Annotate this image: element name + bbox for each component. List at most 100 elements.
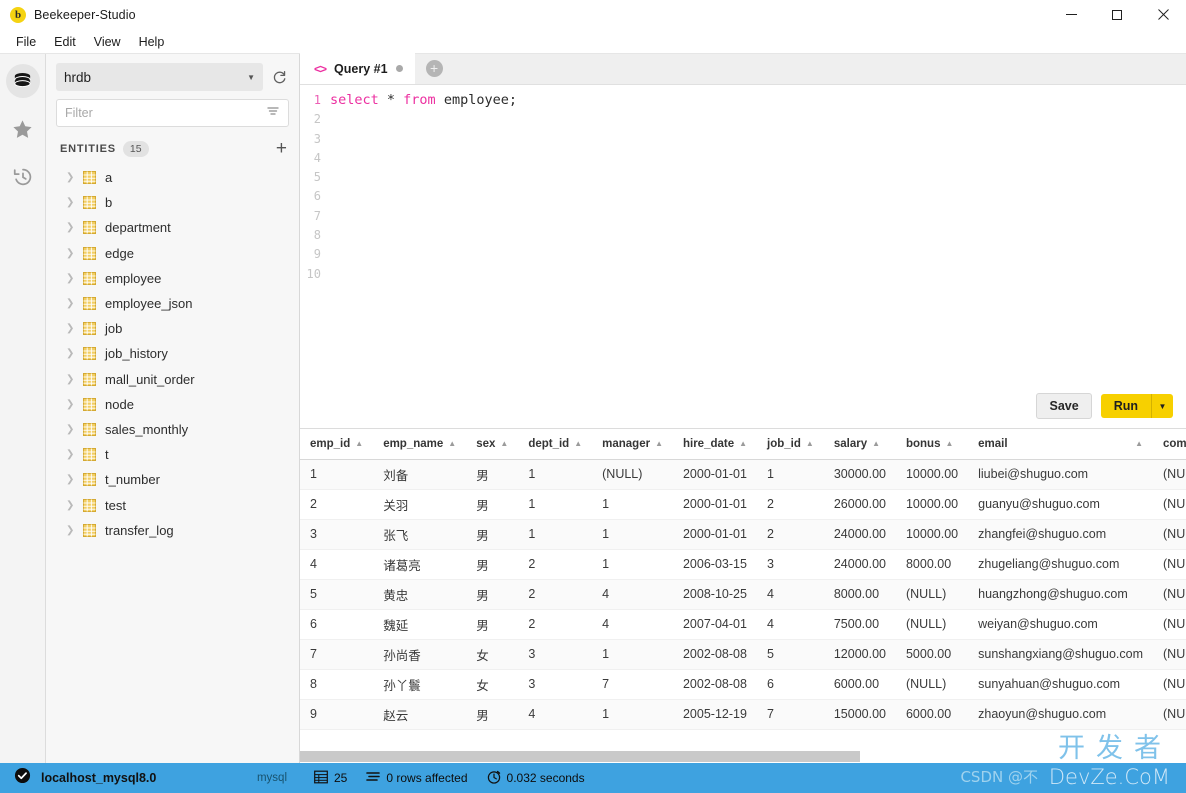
cell-bonus[interactable]: (NULL) <box>896 579 968 609</box>
cell-comment[interactable]: (NULL) <box>1153 579 1186 609</box>
column-header-email[interactable]: email▲ <box>968 429 1153 459</box>
cell-email[interactable]: zhugeliang@shuguo.com <box>968 549 1153 579</box>
cell-manager[interactable]: 1 <box>592 699 673 729</box>
cell-sex[interactable]: 女 <box>466 669 518 699</box>
cell-email[interactable]: zhangfei@shuguo.com <box>968 519 1153 549</box>
refresh-icon[interactable] <box>269 67 289 87</box>
cell-email[interactable]: huangzhong@shuguo.com <box>968 579 1153 609</box>
cell-comment[interactable]: (NULL) <box>1153 699 1186 729</box>
cell-dept_id[interactable]: 2 <box>518 549 592 579</box>
filter-input[interactable] <box>65 106 266 120</box>
cell-manager[interactable]: 1 <box>592 519 673 549</box>
code-line[interactable]: 8 <box>300 226 1186 245</box>
cell-salary[interactable]: 15000.00 <box>824 699 896 729</box>
code-line[interactable]: 7 <box>300 207 1186 226</box>
cell-job_id[interactable]: 5 <box>757 639 824 669</box>
filter-box[interactable] <box>56 99 289 127</box>
cell-hire_date[interactable]: 2000-01-01 <box>673 459 757 489</box>
table-row[interactable]: 5黄忠男242008-10-2548000.00(NULL)huangzhong… <box>300 579 1186 609</box>
tab-query-1[interactable]: <> Query #1 <box>300 53 415 84</box>
cell-comment[interactable]: (NULL) <box>1153 549 1186 579</box>
rail-item-favorites[interactable] <box>6 112 40 146</box>
horizontal-scrollbar-thumb[interactable] <box>300 751 860 762</box>
cell-emp_id[interactable]: 8 <box>300 669 373 699</box>
close-icon[interactable] <box>1140 0 1186 30</box>
table-row[interactable]: 9赵云男412005-12-19715000.006000.00zhaoyun@… <box>300 699 1186 729</box>
cell-emp_name[interactable]: 黄忠 <box>373 579 466 609</box>
cell-dept_id[interactable]: 3 <box>518 669 592 699</box>
cell-hire_date[interactable]: 2007-04-01 <box>673 609 757 639</box>
sort-ascending-icon[interactable]: ▲ <box>1135 439 1143 448</box>
cell-manager[interactable]: (NULL) <box>592 459 673 489</box>
sort-ascending-icon[interactable]: ▲ <box>739 439 747 448</box>
cell-emp_id[interactable]: 9 <box>300 699 373 729</box>
entity-item[interactable]: ❯edge <box>46 241 299 266</box>
run-button[interactable]: Run <box>1101 394 1151 418</box>
code-line[interactable]: 1select * from employee; <box>300 91 1186 110</box>
cell-job_id[interactable]: 4 <box>757 579 824 609</box>
cell-emp_name[interactable]: 诸葛亮 <box>373 549 466 579</box>
cell-manager[interactable]: 1 <box>592 549 673 579</box>
cell-emp_name[interactable]: 魏延 <box>373 609 466 639</box>
add-entity-button[interactable]: + <box>276 142 287 156</box>
chevron-right-icon[interactable]: ❯ <box>66 323 74 334</box>
cell-email[interactable]: liubei@shuguo.com <box>968 459 1153 489</box>
entity-item[interactable]: ❯employee_json <box>46 291 299 316</box>
cell-email[interactable]: zhaoyun@shuguo.com <box>968 699 1153 729</box>
save-button[interactable]: Save <box>1036 393 1091 419</box>
cell-sex[interactable]: 男 <box>466 549 518 579</box>
cell-email[interactable]: weiyan@shuguo.com <box>968 609 1153 639</box>
connection-bar[interactable]: localhost_mysql8.0 mysql <box>0 763 300 793</box>
cell-sex[interactable]: 男 <box>466 519 518 549</box>
entity-item[interactable]: ❯t_number <box>46 467 299 492</box>
cell-job_id[interactable]: 4 <box>757 609 824 639</box>
rail-item-history[interactable] <box>6 160 40 194</box>
code-area[interactable]: 1select * from employee;2345678910 <box>300 85 1186 428</box>
cell-dept_id[interactable]: 1 <box>518 459 592 489</box>
column-header-emp_name[interactable]: emp_name▲ <box>373 429 466 459</box>
entity-item[interactable]: ❯transfer_log <box>46 518 299 543</box>
cell-emp_id[interactable]: 6 <box>300 609 373 639</box>
cell-hire_date[interactable]: 2008-10-25 <box>673 579 757 609</box>
sort-ascending-icon[interactable]: ▲ <box>872 439 880 448</box>
cell-email[interactable]: guanyu@shuguo.com <box>968 489 1153 519</box>
cell-sex[interactable]: 男 <box>466 579 518 609</box>
cell-emp_name[interactable]: 孙尚香 <box>373 639 466 669</box>
sort-ascending-icon[interactable]: ▲ <box>355 439 363 448</box>
rail-item-database[interactable] <box>6 64 40 98</box>
cell-bonus[interactable]: (NULL) <box>896 609 968 639</box>
cell-salary[interactable]: 6000.00 <box>824 669 896 699</box>
cell-emp_name[interactable]: 孙丫鬟 <box>373 669 466 699</box>
code-line[interactable]: 4 <box>300 149 1186 168</box>
cell-job_id[interactable]: 7 <box>757 699 824 729</box>
chevron-right-icon[interactable]: ❯ <box>66 172 74 183</box>
cell-dept_id[interactable]: 2 <box>518 579 592 609</box>
code-line[interactable]: 6 <box>300 187 1186 206</box>
sort-ascending-icon[interactable]: ▲ <box>655 439 663 448</box>
code-line[interactable]: 10 <box>300 265 1186 284</box>
entity-item[interactable]: ❯b <box>46 190 299 215</box>
cell-hire_date[interactable]: 2002-08-08 <box>673 669 757 699</box>
cell-manager[interactable]: 4 <box>592 609 673 639</box>
code-line[interactable]: 5 <box>300 168 1186 187</box>
column-header-emp_id[interactable]: emp_id▲ <box>300 429 373 459</box>
cell-job_id[interactable]: 2 <box>757 489 824 519</box>
entity-item[interactable]: ❯a <box>46 165 299 190</box>
cell-emp_id[interactable]: 2 <box>300 489 373 519</box>
cell-bonus[interactable]: 10000.00 <box>896 459 968 489</box>
cell-hire_date[interactable]: 2000-01-01 <box>673 519 757 549</box>
cell-dept_id[interactable]: 4 <box>518 699 592 729</box>
menu-help[interactable]: Help <box>131 33 173 51</box>
cell-email[interactable]: sunshangxiang@shuguo.com <box>968 639 1153 669</box>
chevron-right-icon[interactable]: ❯ <box>66 248 74 259</box>
cell-hire_date[interactable]: 2002-08-08 <box>673 639 757 669</box>
sort-ascending-icon[interactable]: ▲ <box>448 439 456 448</box>
cell-comment[interactable]: (NULL) <box>1153 639 1186 669</box>
chevron-right-icon[interactable]: ❯ <box>66 500 74 511</box>
cell-dept_id[interactable]: 3 <box>518 639 592 669</box>
cell-sex[interactable]: 男 <box>466 459 518 489</box>
menu-edit[interactable]: Edit <box>46 33 84 51</box>
chevron-right-icon[interactable]: ❯ <box>66 197 74 208</box>
table-row[interactable]: 1刘备男1(NULL)2000-01-01130000.0010000.00li… <box>300 459 1186 489</box>
chevron-right-icon[interactable]: ❯ <box>66 348 74 359</box>
